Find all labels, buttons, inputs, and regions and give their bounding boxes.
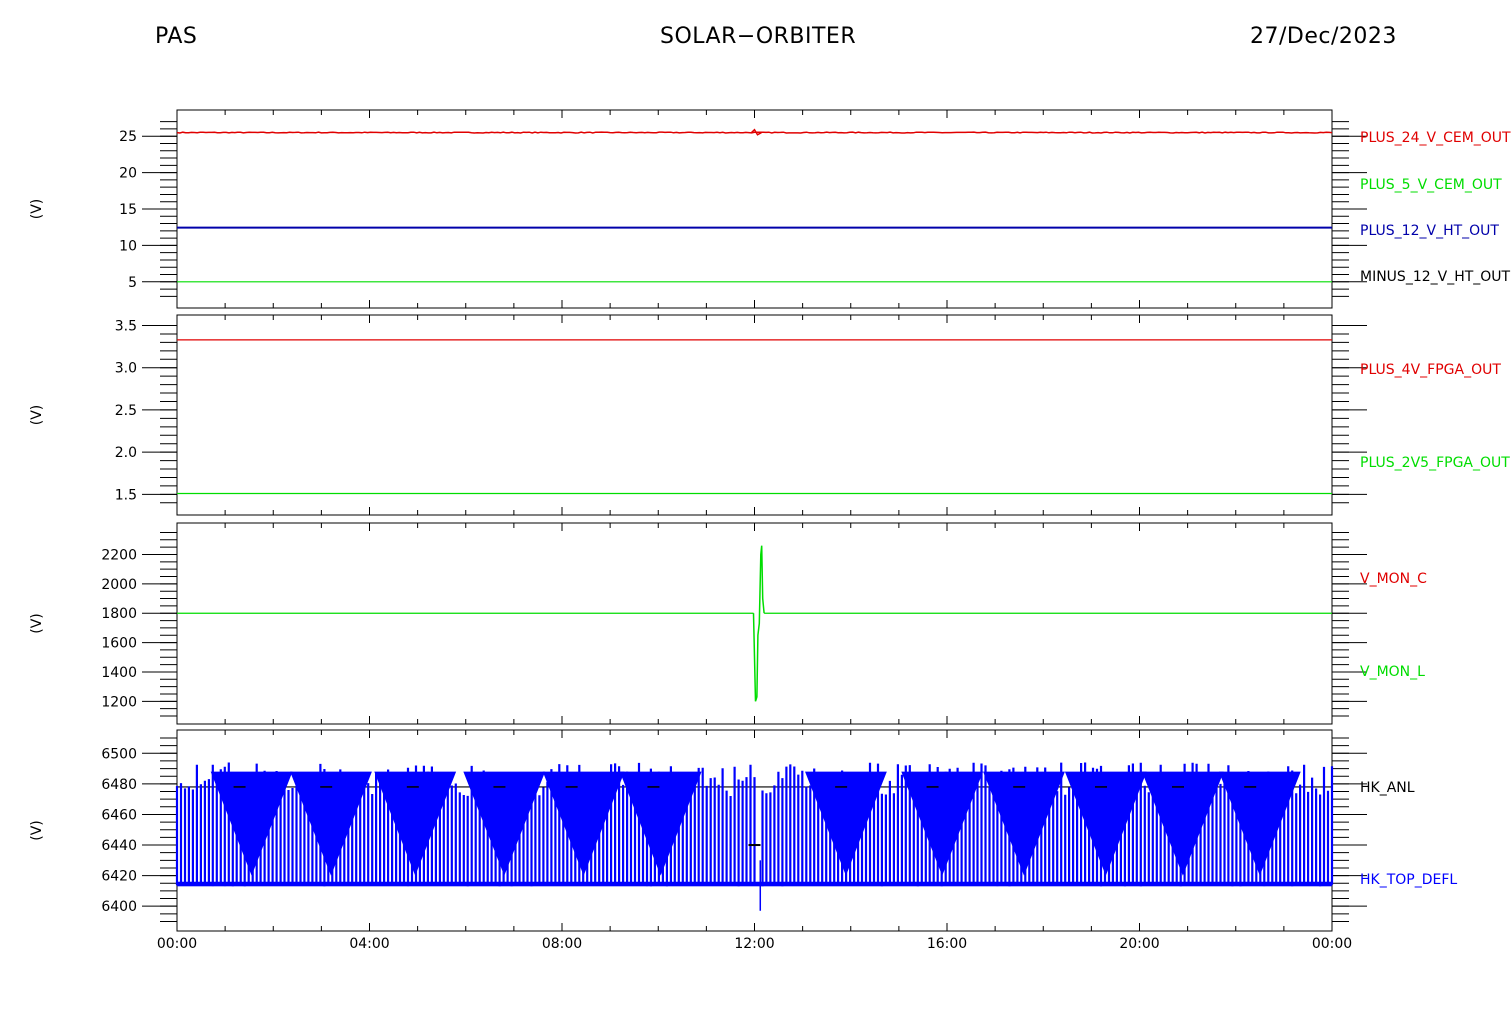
y-tick-label: 1600 [101, 636, 137, 652]
legend-hk-anl: HK_ANL [1360, 780, 1415, 796]
x-tick-label: 20:00 [1119, 936, 1159, 952]
y-tick-label: 2200 [101, 547, 137, 563]
series-plus-24-v-cem-out [176, 131, 1333, 134]
y-axis-label: (V) [29, 613, 45, 634]
legend-plus-12-v-ht-out: PLUS_12_V_HT_OUT [1360, 223, 1499, 239]
legend-plus-24-v-cem-out: PLUS_24_V_CEM_OUT [1360, 130, 1511, 146]
legend-plus-4v-fpga-out: PLUS_4V_FPGA_OUT [1360, 362, 1501, 378]
y-tick-label: 6460 [101, 807, 137, 823]
x-tick-label: 04:00 [349, 936, 389, 952]
y-tick-label: 10 [119, 238, 137, 254]
x-tick-label: 00:00 [1312, 936, 1352, 952]
y-tick-label: 6400 [101, 899, 137, 915]
series-baseline [177, 881, 1332, 887]
panel-1 [142, 109, 1367, 309]
y-tick-label: 3.0 [115, 361, 137, 377]
y-tick-label: 6440 [101, 838, 137, 854]
x-tick-label: 16:00 [927, 936, 967, 952]
x-tick-label: 00:00 [157, 936, 197, 952]
y-tick-label: 2.0 [115, 445, 137, 461]
panel-2 [142, 314, 1367, 516]
legend-plus-2v5-fpga-out: PLUS_2V5_FPGA_OUT [1360, 455, 1510, 471]
y-tick-label: 25 [119, 129, 137, 145]
y-axis-label: (V) [29, 405, 45, 426]
panel-4 [142, 729, 1367, 932]
x-tick-label: 08:00 [542, 936, 582, 952]
y-axis-label: (V) [29, 199, 45, 220]
y-tick-label: 1.5 [115, 487, 137, 503]
y-tick-label: 2.5 [115, 403, 137, 419]
y-tick-label: 1800 [101, 606, 137, 622]
panel-3 [142, 522, 1367, 725]
y-tick-label: 1400 [101, 665, 137, 681]
housekeeping-chart: 5 10 15 20 25 (V) PLUS_24_V_CEM_OUT PLUS_5_V_CE… [29, 109, 1511, 952]
y-axis-label: (V) [29, 820, 45, 841]
y-tick-label: 6500 [101, 746, 137, 762]
y-tick-label: 3.5 [115, 319, 137, 335]
y-tick-label: 2000 [101, 577, 137, 593]
legend-plus-5-v-cem-out: PLUS_5_V_CEM_OUT [1360, 177, 1502, 193]
panel-frame [176, 314, 1333, 516]
legend-minus-12-v-ht-out: MINUS_12_V_HT_OUT [1360, 269, 1511, 285]
legend-v-mon-c: V_MON_C [1360, 571, 1427, 587]
y-tick-label: 6420 [101, 869, 137, 885]
y-tick-label: 20 [119, 166, 137, 182]
panel-frame [176, 522, 1333, 725]
series-excursion [752, 545, 765, 702]
legend-v-mon-l: V_MON_L [1360, 664, 1425, 680]
y-tick-label: 1200 [101, 694, 137, 710]
legend-hk-top-defl: HK_TOP_DEFL [1360, 872, 1457, 888]
x-tick-label: 12:00 [734, 936, 774, 952]
y-tick-label: 6480 [101, 777, 137, 793]
panel-frame [176, 109, 1333, 309]
y-tick-label: 5 [128, 275, 137, 291]
y-tick-label: 15 [119, 202, 137, 218]
